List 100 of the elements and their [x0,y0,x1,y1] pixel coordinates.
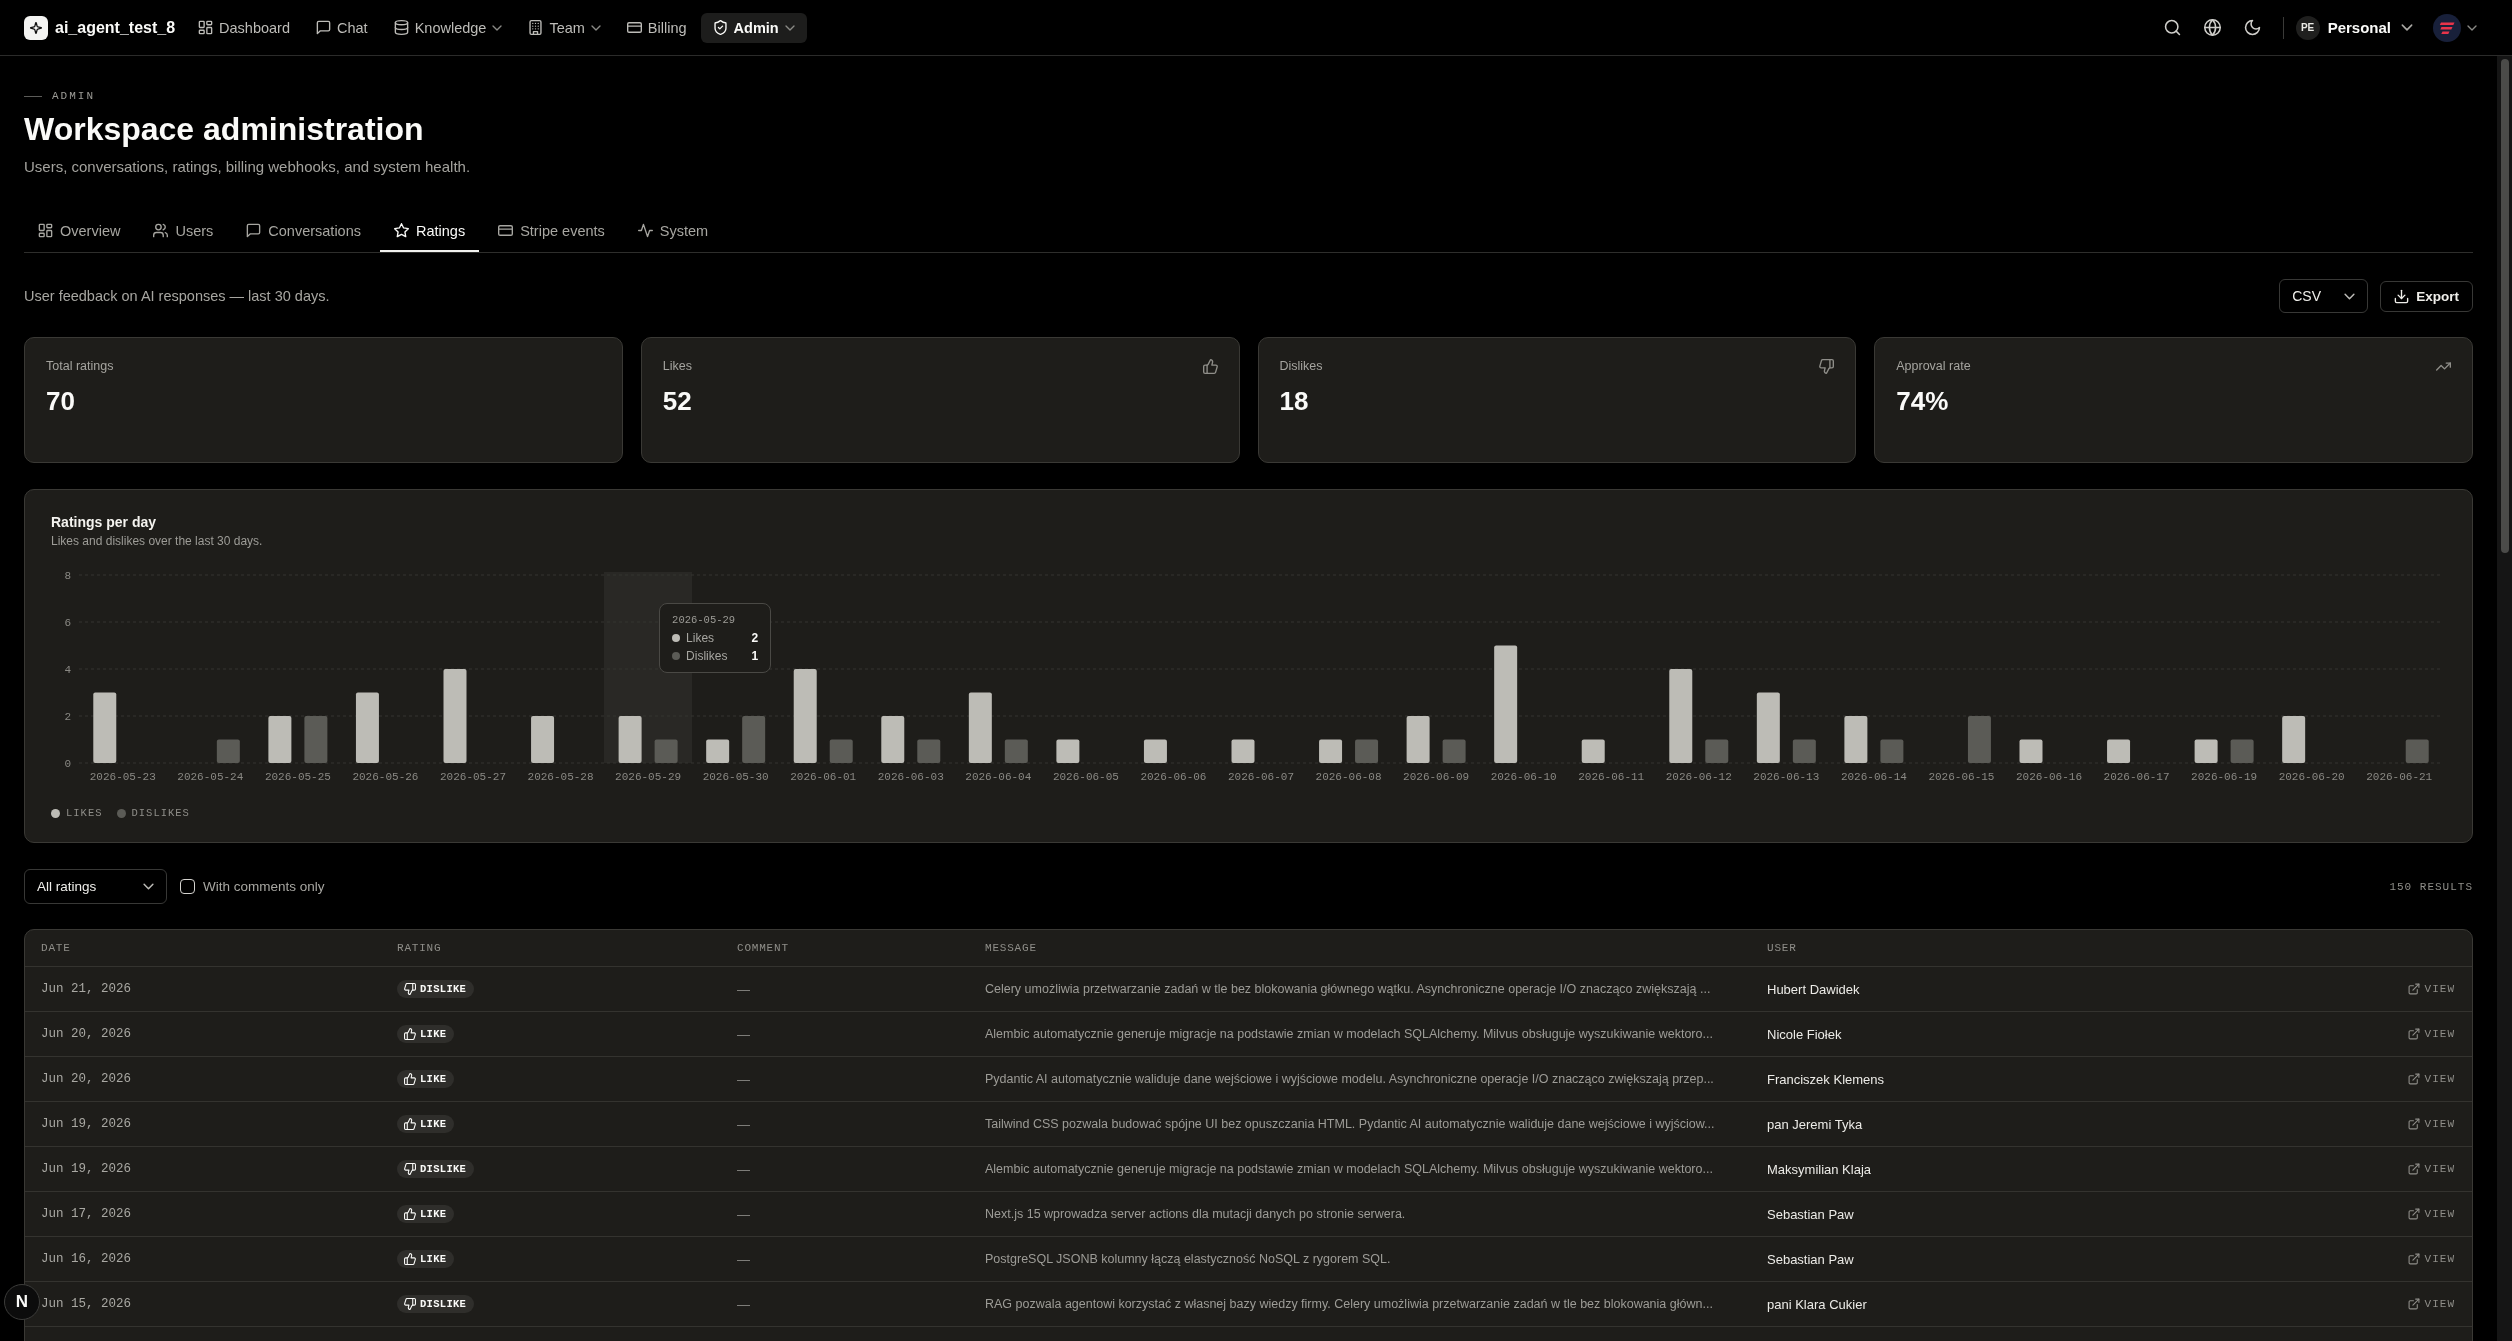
message-text: Pydantic AI automatycznie waliduje dane wejściowe i wyjściowe modelu. Asynchroniczne operacje I/O znacząco zwiększają przep... [985,1072,1715,1086]
user-name: Sebastian Paw [1767,1251,1855,1267]
column-header: USER [1767,942,1798,954]
view-link[interactable]: VIEW [2407,1028,2455,1040]
tab[interactable]: Stripe events [484,211,619,252]
rating-date: Jun 16, 2026 [41,1252,132,1266]
rating-filter-select[interactable]: All ratings [24,869,167,904]
bar [1442,739,1466,763]
axis-label: 2026-05-30 [702,771,769,783]
nav-link[interactable]: Dashboard [186,12,302,43]
external-link-icon [2407,1028,2420,1040]
bar [1406,716,1430,763]
tab[interactable]: Ratings [380,211,480,252]
tab[interactable]: Conversations [232,211,375,252]
axis-label: 2026-05-27 [440,771,506,783]
axis-label: 2026-06-05 [1052,771,1119,783]
dev-tools-button[interactable]: N [4,1284,40,1320]
nav-link[interactable]: Team [516,12,613,43]
download-icon [2394,288,2410,304]
bar [1880,739,1904,763]
speech-bubble-icon [316,20,331,35]
format-select[interactable]: CSV [2279,279,2369,313]
tab[interactable]: Overview [24,211,135,252]
result-count: 150 RESULTS [2389,880,2473,893]
axis-label: 2026-06-14 [1840,771,1907,783]
view-link[interactable]: VIEW [2407,1073,2455,1085]
nav-link[interactable]: Billing [614,12,699,43]
stat-label: Total ratings [46,359,114,373]
axis-label: 2026-06-21 [2366,771,2433,783]
axis-label: 2026-06-15 [1928,771,1995,783]
scrollbar-thumb[interactable] [2500,59,2509,553]
message-text: PostgreSQL JSONB kolumny łączą elastyczność NoSQL z rygorem SQL. [985,1252,1392,1266]
stat-value: 70 [46,385,76,417]
tab[interactable]: System [623,211,723,252]
thumbs-down-icon [404,1297,416,1310]
external-link-icon [2407,1253,2420,1265]
moon-icon [2244,19,2262,36]
bar [2194,739,2218,763]
workspace-switcher[interactable]: PE Personal [2295,11,2413,44]
export-button[interactable]: Export [2380,280,2473,312]
view-link[interactable]: VIEW [2407,1208,2455,1220]
eyebrow-label: ADMIN [52,89,95,103]
axis-label: 2026-05-24 [177,771,244,783]
thumbs-up-icon [404,1252,416,1265]
view-link[interactable]: VIEW [2407,1253,2455,1265]
rating-date: Jun 15, 2026 [41,1297,132,1311]
axis-label: 2026-06-03 [877,771,944,783]
star-icon [394,223,409,238]
stat-label: Approval rate [1896,359,1971,373]
message-text: Alembic automatycznie generuje migracje na podstawie zmian w modelach SQLAlchemy. Milvus obsługuje wyszukiwanie wektoro... [985,1162,1714,1176]
bar [1319,739,1343,763]
message-text: Celery umożliwia przetwarzanie zadań w tle bez blokowania głównego wątku. Asynchroniczne operacje I/O znacząco zwiększają ... [985,982,1712,996]
nav-link[interactable]: Knowledge [381,12,515,43]
people-icon [153,223,169,238]
page-title: Workspace administration [24,110,425,149]
rating-date: Jun 19, 2026 [41,1162,132,1176]
thumbs-up-icon [404,1072,416,1085]
chevron-down-icon [2344,292,2356,300]
credit-card-icon [626,20,642,35]
rating-date: Jun 20, 2026 [41,1072,132,1086]
tooltip-date: 2026-05-29 [672,613,737,627]
user-menu-button[interactable] [2433,11,2477,44]
nav-link[interactable]: Chat [304,12,380,43]
axis-label: 2026-05-26 [352,771,419,783]
view-link[interactable]: VIEW [2407,1298,2455,1310]
comment-text: — [737,1161,751,1177]
comment-text: — [737,1071,751,1087]
axis-label: 2026-06-04 [965,771,1032,783]
rating-date: Jun 19, 2026 [41,1117,132,1131]
nav-link[interactable]: Admin [700,12,807,43]
checkbox-label[interactable]: With comments only [203,879,325,894]
message-text: Next.js 15 wprowadza server actions dla mutacji danych po stronie serwera. [985,1207,1407,1221]
view-link[interactable]: VIEW [2407,983,2455,995]
axis-label: 2026-06-17 [2103,771,2170,783]
view-link[interactable]: VIEW [2407,1118,2455,1130]
tab[interactable]: Users [139,211,228,252]
axis-label: 2026-06-16 [2016,771,2082,783]
chevron-down-icon [2467,24,2477,31]
axis-label: 2026-06-01 [790,771,857,783]
rating-badge: DISLIKE [397,1294,475,1313]
bar [618,716,642,763]
chart-subtitle: Likes and dislikes over the last 30 days. [51,533,264,549]
tooltip-value: 2 [751,630,759,645]
chart-title: Ratings per day [51,513,158,532]
bar [1705,739,1729,763]
view-link[interactable]: VIEW [2407,1163,2455,1175]
app-name[interactable]: ai_agent_test_8 [55,18,176,37]
bar [304,716,328,763]
axis-label: 2026-06-08 [1315,771,1382,783]
user-name: Hubert Dawidek [1767,981,1861,997]
bar [742,716,766,763]
thumbs-down-icon [1819,358,1835,374]
axis-label: 2026-06-19 [2191,771,2258,783]
bar [968,692,992,763]
comment-text: — [737,981,751,997]
axis-label: 2026-06-20 [2278,771,2345,783]
checkbox[interactable] [180,879,195,894]
bar [1004,739,1028,763]
external-link-icon [2407,1118,2420,1130]
bar [216,739,240,763]
